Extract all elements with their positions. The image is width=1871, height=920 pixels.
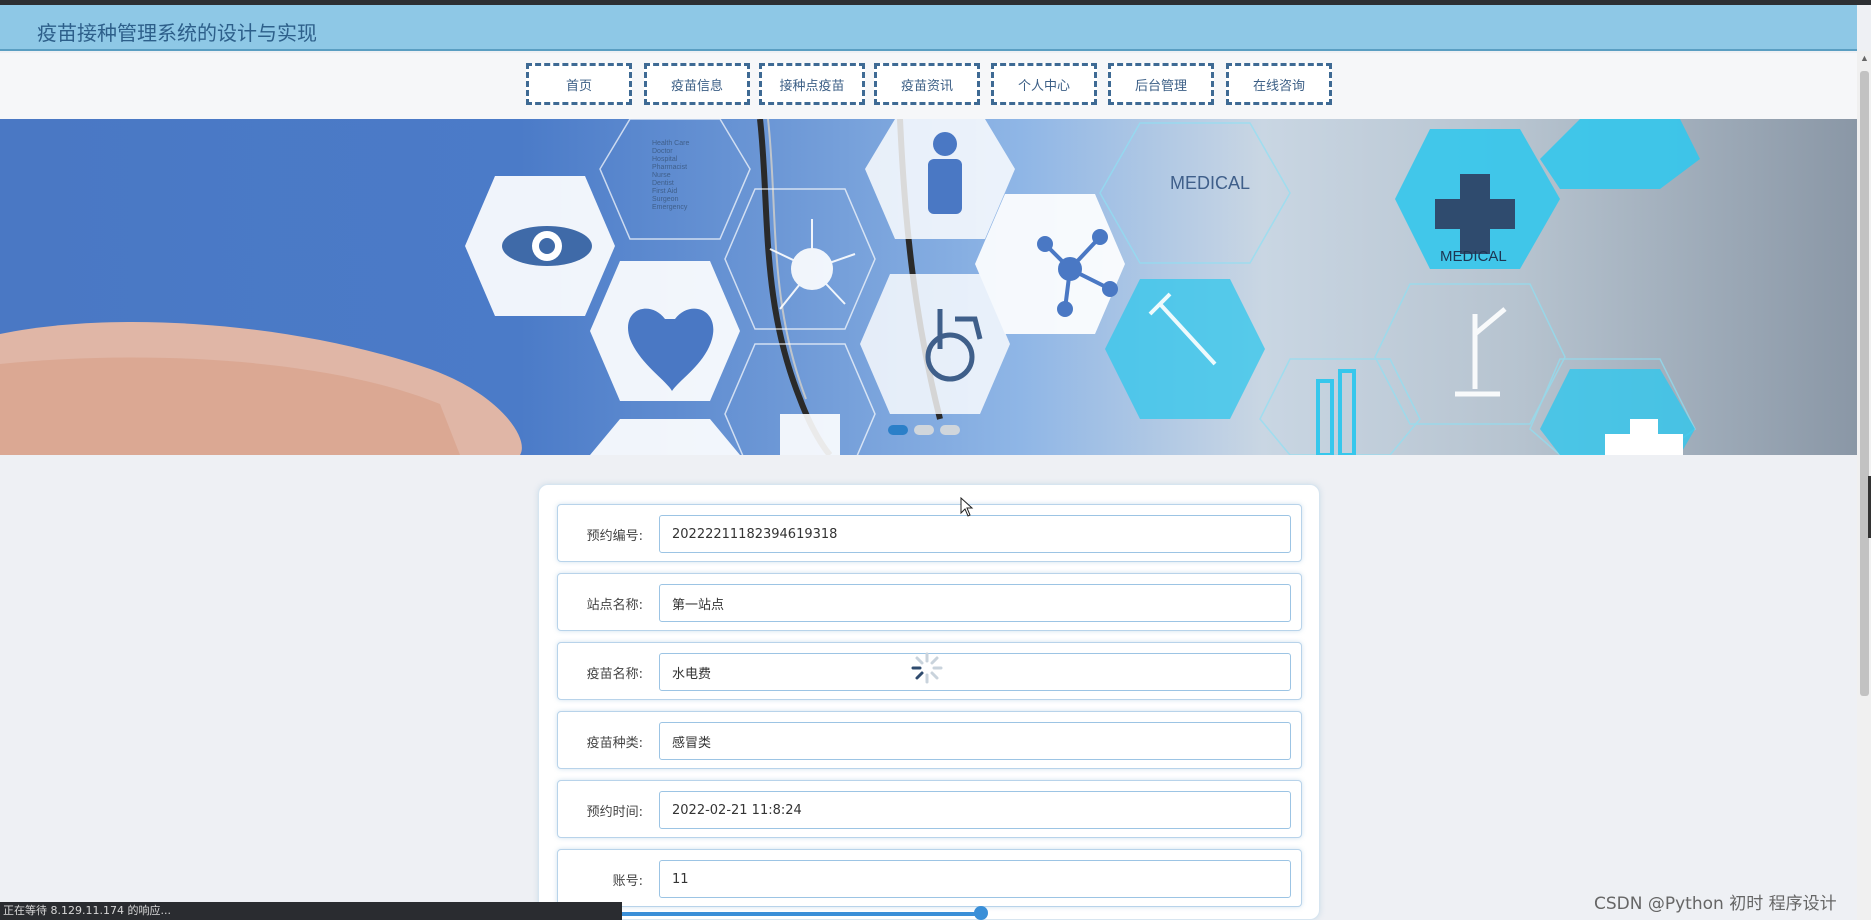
carousel-dot-2[interactable]: [914, 425, 934, 435]
field-label-site-name: 站点名称:: [586, 597, 643, 613]
booking-detail-form: 预约编号: 站点名称: 疫苗名称: 疫苗种类: 预约时间: 账号:: [538, 484, 1320, 920]
field-label-booking-time: 预约时间:: [586, 804, 643, 820]
banner-medical-text-1: MEDICAL: [1170, 173, 1250, 193]
field-label-vaccine-name: 疫苗名称:: [586, 666, 643, 682]
booking-time-input[interactable]: [659, 791, 1291, 829]
form-row-booking-no: 预约编号:: [557, 504, 1302, 562]
loading-spinner-icon: [911, 652, 943, 684]
vaccine-name-input[interactable]: [659, 653, 1291, 691]
nav-item-home[interactable]: 首页: [526, 63, 632, 105]
progress-knob: [974, 906, 988, 920]
carousel-dot-3[interactable]: [940, 425, 960, 435]
carousel-dot-1[interactable]: [888, 425, 908, 435]
booking-no-input[interactable]: [659, 515, 1291, 553]
field-label-account: 账号:: [612, 873, 643, 889]
scroll-up-arrow-icon[interactable]: ▲: [1860, 53, 1869, 63]
account-input[interactable]: [659, 860, 1291, 898]
mouse-cursor-icon: [960, 497, 974, 517]
hexagon: [590, 419, 740, 455]
form-row-booking-time: 预约时间:: [557, 780, 1302, 838]
main-nav: 首页 疫苗信息 接种点疫苗 疫苗资讯 个人中心 后台管理 在线咨询: [0, 53, 1857, 119]
header-bar: 疫苗接种管理系统的设计与实现: [0, 5, 1857, 51]
vaccine-type-input[interactable]: [659, 722, 1291, 760]
site-name-input[interactable]: [659, 584, 1291, 622]
banner-list-text: First Aid: [652, 188, 677, 195]
nav-item-vaccine-info[interactable]: 疫苗信息: [644, 63, 750, 105]
field-label-vaccine-type: 疫苗种类:: [586, 735, 643, 751]
browser-status-bar: 正在等待 8.129.11.174 的响应...: [0, 902, 622, 920]
nav-item-admin[interactable]: 后台管理: [1108, 63, 1214, 105]
banner-list-text: Hospital: [652, 156, 678, 163]
nav-item-site-vaccine[interactable]: 接种点疫苗: [759, 63, 865, 105]
loading-progress-bar: [622, 912, 980, 916]
app-title: 疫苗接种管理系统的设计与实现: [37, 21, 317, 45]
nav-item-personal-center[interactable]: 个人中心: [991, 63, 1097, 105]
scrollbar-thumb[interactable]: [1860, 71, 1869, 696]
form-row-account: 账号:: [557, 849, 1302, 907]
field-label-booking-no: 预约编号:: [586, 528, 643, 544]
carousel-dots: [888, 425, 960, 435]
page-scrollbar[interactable]: ▲: [1857, 51, 1871, 920]
banner-medical-text-2: MEDICAL: [1440, 248, 1507, 265]
hexagon: [1540, 119, 1700, 189]
banner-list-text: Pharmacist: [652, 164, 687, 171]
watermark: CSDN @Python 初时 程序设计: [1594, 894, 1837, 914]
medical-banner-image: MEDICAL MEDICAL Health CareDoctorHospita…: [0, 119, 1700, 455]
banner-list-text: Emergency: [652, 204, 688, 211]
form-row-site-name: 站点名称:: [557, 573, 1302, 631]
hexagon: [1105, 279, 1265, 419]
hexagon: [975, 194, 1125, 334]
nav-item-vaccine-news[interactable]: 疫苗资讯: [874, 63, 980, 105]
banner-list-text: Nurse: [652, 172, 671, 179]
nav-item-consult[interactable]: 在线咨询: [1226, 63, 1332, 105]
banner-list-text: Dentist: [652, 180, 674, 187]
banner-list-text: Health Care: [652, 140, 689, 147]
banner-list-text: Surgeon: [652, 196, 679, 203]
hero-carousel[interactable]: MEDICAL MEDICAL Health Care Doctor Hospita…: [0, 119, 1857, 455]
banner-list-text: Doctor: [652, 148, 673, 155]
form-row-vaccine-type: 疫苗种类:: [557, 711, 1302, 769]
